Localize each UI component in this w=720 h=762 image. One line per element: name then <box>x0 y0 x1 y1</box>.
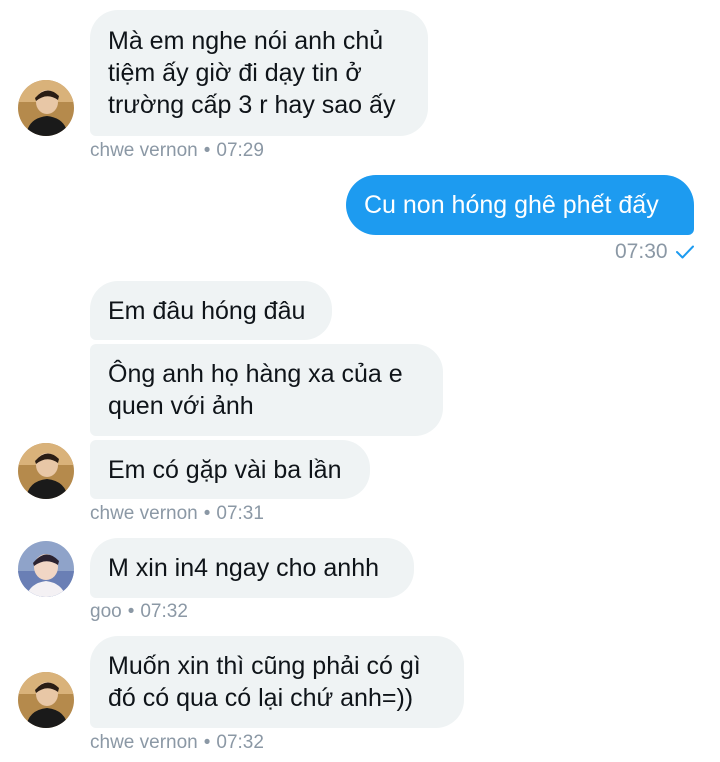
avatar-photo-icon <box>18 672 74 728</box>
message-time: 07:31 <box>216 503 264 524</box>
message-line: M xin in4 ngay cho anhh <box>108 554 380 582</box>
message-bubble-incoming[interactable]: M xin in4 ngay cho anhh <box>90 538 414 598</box>
message-line: Ông anh họ hàng xa của e <box>108 360 403 388</box>
message-meta-outgoing: 07:30 <box>615 240 694 264</box>
separator-dot: • <box>127 601 135 622</box>
message-line: quen với ảnh <box>108 392 254 420</box>
message-meta: chwe vernon • 07:29 <box>90 140 264 162</box>
sender-name[interactable]: goo <box>90 601 122 622</box>
avatar-photo-icon <box>18 541 74 597</box>
message-line: Em đâu hóng đâu <box>108 297 306 325</box>
message-meta: goo • 07:32 <box>90 601 188 623</box>
avatar-chwe-vernon[interactable] <box>18 80 74 136</box>
message-time: 07:30 <box>615 240 668 263</box>
avatar-goo[interactable] <box>18 541 74 597</box>
message-bubble-incoming[interactable]: Muốn xin thì cũng phải có gì đó có qua c… <box>90 636 464 728</box>
message-bubble-incoming[interactable]: Ông anh họ hàng xa của e quen với ảnh <box>90 344 443 436</box>
message-line: Mà em nghe nói anh chủ <box>108 27 384 55</box>
message-line: Muốn xin thì cũng phải có gì <box>108 652 421 680</box>
avatar-photo-icon <box>18 80 74 136</box>
read-check-icon <box>675 245 694 259</box>
separator-dot: • <box>203 732 211 753</box>
separator-dot: • <box>203 140 211 161</box>
sender-name[interactable]: chwe vernon <box>90 140 198 161</box>
avatar-photo-icon <box>18 443 74 499</box>
message-bubble-incoming[interactable]: Em có gặp vài ba lần <box>90 440 370 499</box>
message-line: tiệm ấy giờ đi dạy tin ở <box>108 59 362 87</box>
avatar-chwe-vernon[interactable] <box>18 443 74 499</box>
message-bubble-outgoing[interactable]: Cu non hóng ghê phết đấy <box>346 175 694 235</box>
message-bubble-incoming[interactable]: Em đâu hóng đâu <box>90 281 332 340</box>
message-line: Em có gặp vài ba lần <box>108 456 342 484</box>
message-time: 07:32 <box>140 601 188 622</box>
message-bubble-incoming[interactable]: Mà em nghe nói anh chủ tiệm ấy giờ đi dạ… <box>90 10 428 136</box>
sender-name[interactable]: chwe vernon <box>90 732 198 753</box>
message-time: 07:32 <box>216 732 264 753</box>
avatar-chwe-vernon[interactable] <box>18 672 74 728</box>
message-line: Cu non hóng ghê phết đấy <box>364 191 659 219</box>
message-line: trường cấp 3 r hay sao ấy <box>108 91 396 119</box>
sender-name[interactable]: chwe vernon <box>90 503 198 524</box>
message-line: đó có qua có lại chứ anh=)) <box>108 684 414 712</box>
separator-dot: • <box>203 503 211 524</box>
message-time: 07:29 <box>216 140 264 161</box>
message-meta: chwe vernon • 07:31 <box>90 503 264 525</box>
message-meta: chwe vernon • 07:32 <box>90 732 264 754</box>
